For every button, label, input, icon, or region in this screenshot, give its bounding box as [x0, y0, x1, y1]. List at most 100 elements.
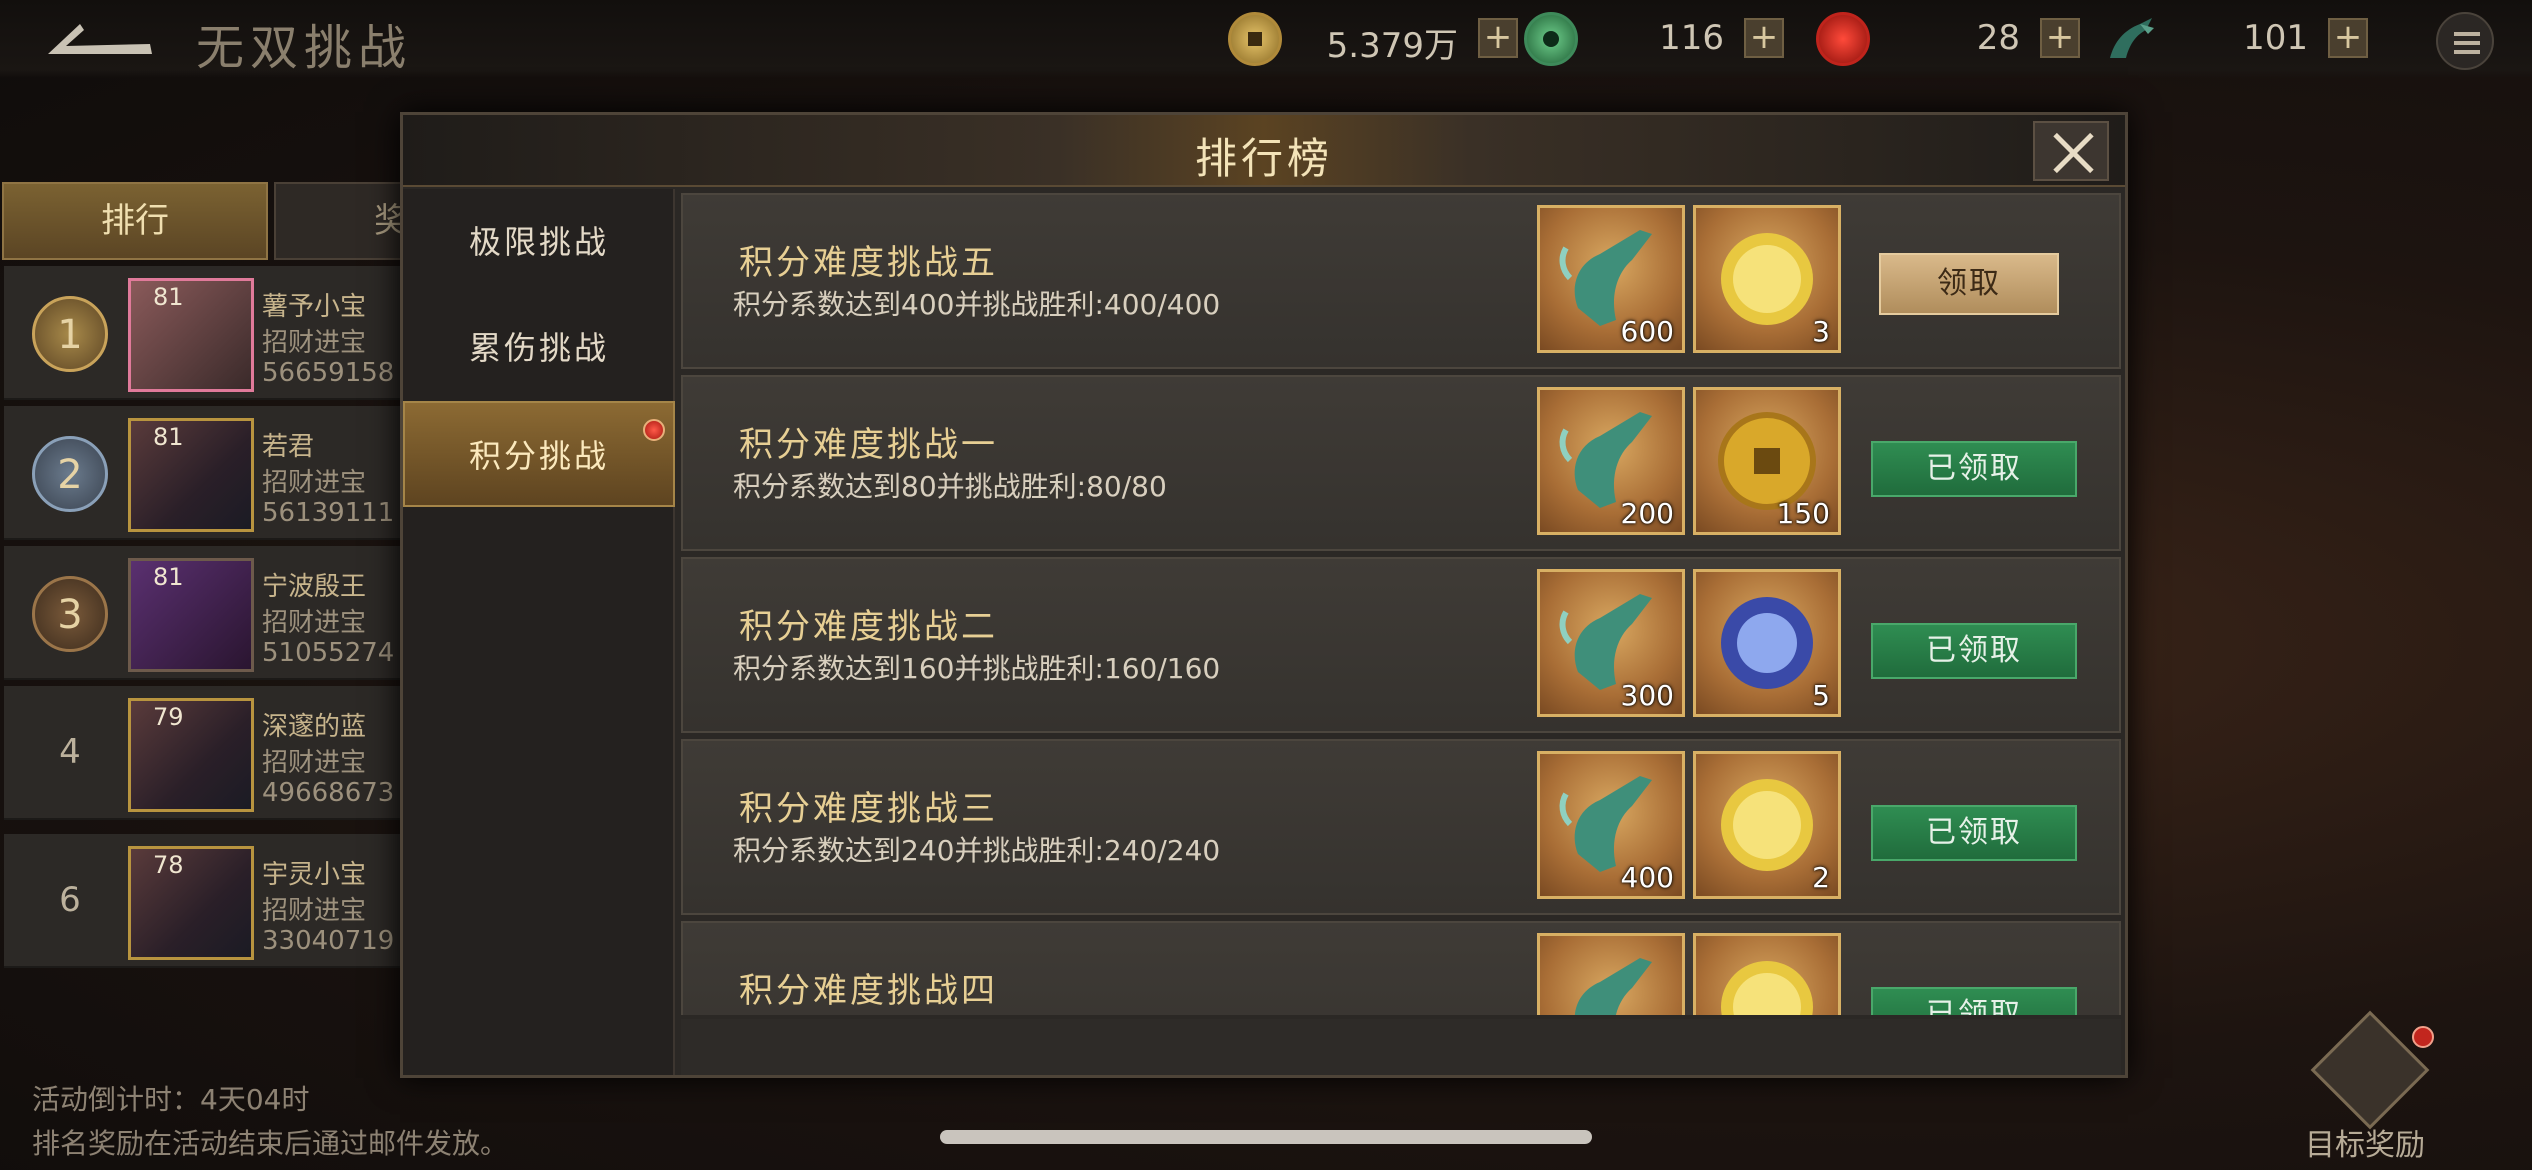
reward-item-gold-orb[interactable] — [1693, 933, 1841, 1015]
reward-list[interactable]: 积分难度挑战五 积分系数达到400并挑战胜利:400/400 600 3 领取 … — [681, 193, 2121, 1015]
reward-card: 积分难度挑战二 积分系数达到160并挑战胜利:160/160 300 5 已领取 — [681, 557, 2121, 733]
reward-card: 积分难度挑战四 已领取 — [681, 921, 2121, 1015]
claimed-button[interactable]: 已领取 — [1871, 441, 2077, 497]
add-dragon-button[interactable]: + — [2328, 18, 2368, 58]
avatar: 78 — [128, 846, 254, 960]
rank-row[interactable]: 2 81 若君 招财进宝 56139111 — [4, 406, 402, 540]
player-score: 51055274 — [262, 638, 395, 668]
player-guild: 招财进宝 — [262, 896, 367, 926]
rank-row[interactable]: 3 81 宁波殷王 招财进宝 51055274 — [4, 546, 402, 680]
add-red-gem-button[interactable]: + — [2040, 18, 2080, 58]
close-icon[interactable] — [2033, 121, 2109, 181]
item-quantity: 300 — [1620, 679, 1674, 712]
reward-item-gold-orb[interactable]: 3 — [1693, 205, 1841, 353]
card-desc: 积分系数达到160并挑战胜利:160/160 — [733, 652, 1221, 685]
coin-value: 5.379万 — [1326, 26, 1458, 66]
avatar-level: 78 — [153, 851, 184, 879]
notification-dot — [2412, 1026, 2434, 1048]
avatar-level: 81 — [153, 563, 184, 591]
rank-badge: 1 — [32, 296, 108, 372]
card-title: 积分难度挑战三 — [739, 789, 998, 829]
gold-orb-icon — [1721, 961, 1813, 1015]
tab-reward[interactable]: 奖 — [274, 182, 404, 260]
resource-red-gem: 28 + — [1816, 12, 2080, 66]
nav-extreme-challenge[interactable]: 极限挑战 — [403, 189, 675, 295]
add-jade-button[interactable]: + — [1744, 18, 1784, 58]
avatar: 79 — [128, 698, 254, 812]
sword-icon — [1574, 958, 1652, 1015]
player-guild: 招财进宝 — [262, 608, 367, 638]
rank-row[interactable]: 6 78 宇灵小宝 招财进宝 33040719 — [4, 834, 402, 968]
reward-item-sword[interactable]: 200 — [1537, 387, 1685, 535]
player-name: 深邃的蓝 — [262, 712, 367, 742]
player-guild: 招财进宝 — [262, 748, 367, 778]
jade-icon — [1524, 12, 1578, 66]
leaderboard-modal: 排行榜 极限挑战 累伤挑战 积分挑战 积分难度挑战五 积分系数达到400并挑战胜… — [400, 112, 2128, 1078]
list-menu-icon[interactable] — [2436, 12, 2494, 70]
avatar-level: 81 — [153, 283, 184, 311]
reward-item-gold-orb[interactable]: 2 — [1693, 751, 1841, 899]
player-guild: 招财进宝 — [262, 468, 367, 498]
card-title: 积分难度挑战五 — [739, 243, 998, 283]
nav-points-challenge[interactable]: 积分挑战 — [403, 401, 675, 507]
avatar-level: 79 — [153, 703, 184, 731]
resource-jade: 116 + — [1524, 12, 1784, 66]
item-quantity: 600 — [1620, 315, 1674, 348]
red-gem-icon — [1816, 12, 1870, 66]
reward-item-blue-orb[interactable]: 5 — [1693, 569, 1841, 717]
rank-list: 1 81 薯予小宝 招财进宝 56659158 2 81 若君 招财进宝 561… — [4, 266, 402, 986]
nav-damage-challenge[interactable]: 累伤挑战 — [403, 295, 675, 401]
back-arrow-icon[interactable] — [40, 14, 160, 64]
side-nav: 极限挑战 累伤挑战 积分挑战 — [403, 189, 675, 1075]
reward-item-sword[interactable]: 600 — [1537, 205, 1685, 353]
home-indicator — [940, 1130, 1592, 1144]
player-name: 宇灵小宝 — [262, 860, 367, 890]
player-name: 薯予小宝 — [262, 292, 367, 322]
item-quantity: 5 — [1812, 679, 1830, 712]
rank-badge: 6 — [59, 880, 81, 920]
player-score: 49668673 — [262, 778, 395, 808]
left-tabs: 排行 奖 — [0, 182, 404, 260]
claimed-button[interactable]: 已领取 — [1871, 987, 2077, 1015]
coin-icon — [1228, 12, 1282, 66]
reward-card: 积分难度挑战三 积分系数达到240并挑战胜利:240/240 400 2 已领取 — [681, 739, 2121, 915]
dragon-value: 101 — [2243, 18, 2308, 58]
reward-item-coin[interactable]: 150 — [1693, 387, 1841, 535]
notification-dot — [643, 419, 665, 441]
card-desc: 积分系数达到400并挑战胜利:400/400 — [733, 288, 1221, 321]
reward-item-sword[interactable]: 400 — [1537, 751, 1685, 899]
claimed-button[interactable]: 已领取 — [1871, 623, 2077, 679]
player-guild: 招财进宝 — [262, 328, 367, 358]
avatar-level: 81 — [153, 423, 184, 451]
page-title: 无双挑战 — [196, 20, 413, 76]
reward-item-sword[interactable]: 300 — [1537, 569, 1685, 717]
nav-points-label: 积分挑战 — [468, 437, 609, 475]
rank-row[interactable]: 1 81 薯予小宝 招财进宝 56659158 — [4, 266, 402, 400]
avatar: 81 — [128, 278, 254, 392]
item-quantity: 3 — [1812, 315, 1830, 348]
card-title: 积分难度挑战一 — [739, 425, 998, 465]
claimed-button[interactable]: 已领取 — [1871, 805, 2077, 861]
card-title: 积分难度挑战二 — [739, 607, 998, 647]
rank-badge: 2 — [32, 436, 108, 512]
avatar: 81 — [128, 418, 254, 532]
top-bar: 无双挑战 5.379万 + 116 + 28 + 101 + — [0, 0, 2532, 78]
modal-title: 排行榜 — [1194, 134, 1333, 183]
avatar: 81 — [128, 558, 254, 672]
reward-item-sword[interactable] — [1537, 933, 1685, 1015]
modal-footer — [681, 1019, 2121, 1075]
jade-value: 116 — [1659, 18, 1724, 58]
add-coin-button[interactable]: + — [1478, 18, 1518, 58]
modal-header: 排行榜 — [403, 115, 2125, 187]
item-quantity: 2 — [1812, 861, 1830, 894]
treasure-chest-icon — [2310, 1010, 2430, 1130]
claim-button[interactable]: 领取 — [1879, 253, 2059, 315]
resource-dragon: 101 + — [2104, 12, 2368, 66]
rank-row[interactable]: 4 79 深邃的蓝 招财进宝 49668673 — [4, 686, 402, 820]
item-quantity: 150 — [1776, 497, 1830, 530]
tab-rank[interactable]: 排行 — [2, 182, 268, 260]
countdown-text: 活动倒计时：4天04时 — [32, 1083, 310, 1116]
target-reward-button[interactable]: 目标奖励 — [2290, 1010, 2440, 1163]
rank-badge: 3 — [32, 576, 108, 652]
player-score: 56659158 — [262, 358, 395, 388]
